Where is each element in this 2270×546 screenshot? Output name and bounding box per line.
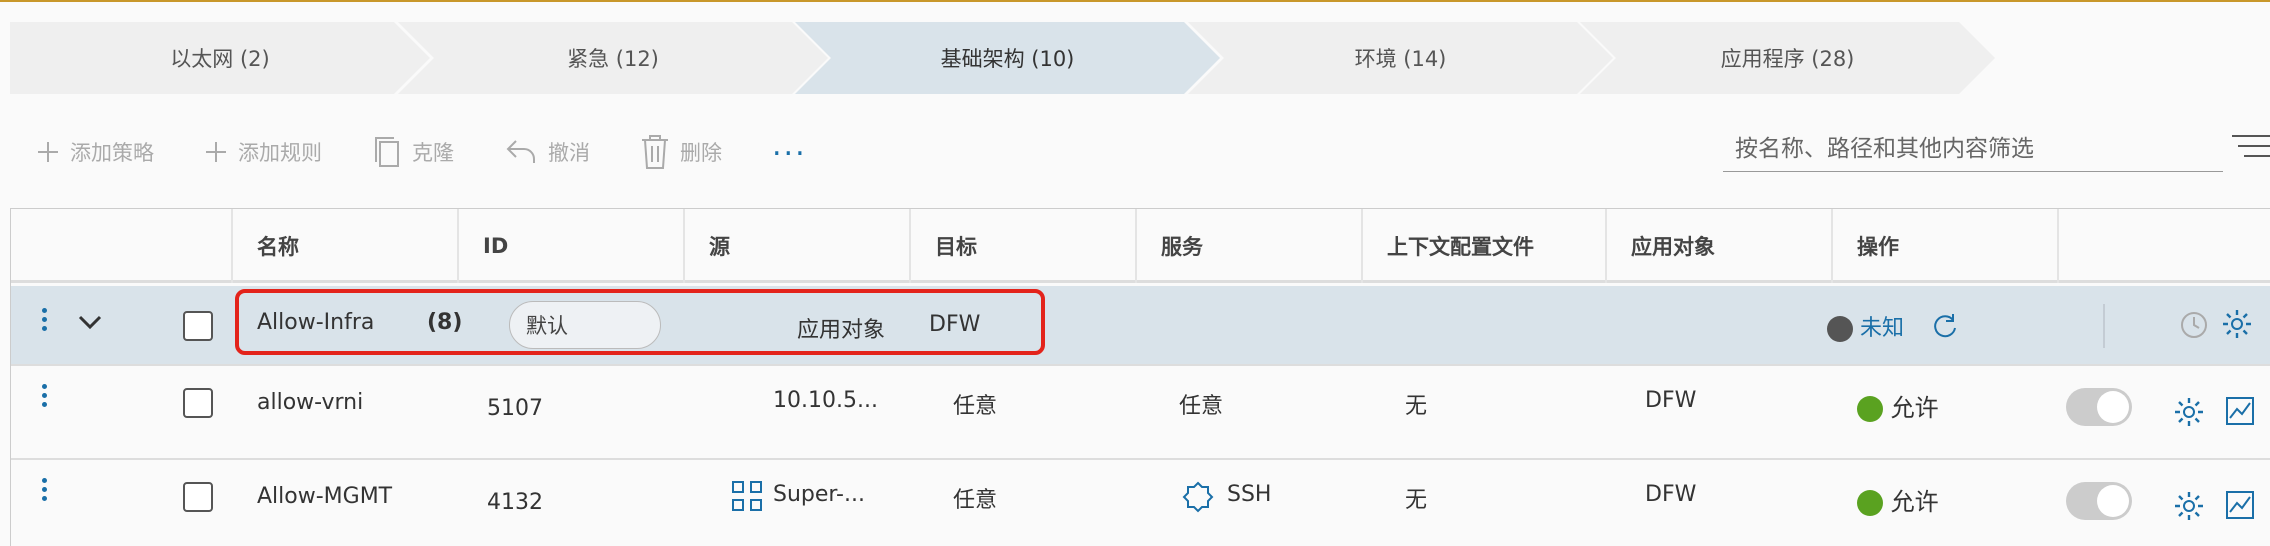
rule-name: Allow-MGMT (257, 484, 393, 509)
kebab-menu-icon[interactable] (41, 306, 47, 333)
table-row[interactable]: Allow-MGMT 4132 Super-... 任意 SSH 无 DFW 允… (11, 460, 2270, 546)
status: 未知 (1827, 310, 1904, 342)
add-rule-label: 添加规则 (238, 141, 322, 165)
row-checkbox[interactable] (183, 388, 213, 418)
add-policy-button[interactable]: 添加策略 (36, 137, 154, 167)
copy-icon (375, 137, 399, 167)
tab-label: 基础架构 (10) (940, 47, 1075, 71)
kebab-menu-icon[interactable] (41, 476, 47, 503)
gear-icon[interactable] (2173, 396, 2205, 428)
tab-emergency[interactable]: 紧急 (12) (398, 22, 828, 94)
group-icon (732, 481, 762, 511)
clone-button[interactable]: 克隆 (372, 134, 454, 170)
default-category-badge[interactable]: 默认 (509, 301, 661, 349)
rule-source[interactable]: 10.10.5... (773, 388, 878, 413)
allow-status-dot (1857, 490, 1883, 516)
service-icon (1182, 481, 1214, 513)
column-context-profile[interactable]: 上下文配置文件 (1361, 209, 1605, 283)
column-name[interactable]: 名称 (231, 209, 457, 283)
rule-context-profile[interactable]: 无 (1405, 388, 1427, 420)
rule-service[interactable]: SSH (1227, 482, 1271, 507)
delete-label: 删除 (680, 141, 722, 165)
column-action[interactable]: 操作 (1831, 209, 2057, 283)
rule-destination[interactable]: 任意 (953, 482, 997, 514)
rule-context-profile[interactable]: 无 (1405, 482, 1427, 514)
gear-icon[interactable] (2173, 490, 2205, 522)
filter-input[interactable] (1723, 126, 2223, 172)
rule-service[interactable]: 任意 (1179, 388, 1223, 420)
stats-icon[interactable] (2225, 490, 2255, 520)
action-text: 允许 (1890, 394, 1939, 422)
more-actions-button[interactable]: ... (772, 128, 807, 163)
divider (2103, 304, 2105, 348)
column-source[interactable]: 源 (683, 209, 909, 283)
rule-name: allow-vrni (257, 390, 364, 415)
clock-icon[interactable] (2179, 310, 2209, 340)
filter-icon[interactable] (2232, 134, 2270, 158)
plus-icon (206, 142, 226, 162)
rule-applied-to[interactable]: DFW (1645, 388, 1696, 413)
clone-label: 克隆 (412, 141, 454, 165)
tab-application[interactable]: 应用程序 (28) (1580, 22, 1995, 94)
tab-environment[interactable]: 环境 (14) (1188, 22, 1613, 94)
column-id[interactable]: ID (457, 209, 683, 283)
tab-label: 以太网 (2) (170, 47, 270, 71)
status-text: 未知 (1860, 316, 1905, 341)
allow-status-dot (1857, 396, 1883, 422)
rules-grid: 名称 ID 源 目标 服务 上下文配置文件 应用对象 操作 Allow-Infr… (10, 208, 2270, 546)
table-row[interactable]: allow-vrni 5107 10.10.5... 任意 任意 无 DFW 允… (11, 366, 2270, 460)
add-rule-button[interactable]: 添加规则 (204, 137, 322, 167)
tab-infrastructure[interactable]: 基础架构 (10) (795, 22, 1220, 94)
column-extra (2057, 209, 2257, 283)
tab-label: 环境 (14) (1354, 47, 1447, 71)
undo-button[interactable]: 撤消 (504, 137, 590, 167)
delete-button[interactable]: 删除 (640, 134, 722, 170)
grid-header: 名称 ID 源 目标 服务 上下文配置文件 应用对象 操作 (11, 209, 2270, 283)
toolbar: 添加策略 添加规则 克隆 撤消 删除 ... (36, 128, 807, 174)
chevron-down-icon[interactable] (77, 314, 103, 332)
category-tabs: 以太网 (2) 紧急 (12) 基础架构 (10) 环境 (14) 应用程序 (… (10, 22, 2010, 94)
tab-label: 应用程序 (28) (1720, 47, 1855, 71)
rule-source[interactable]: Super-... (773, 482, 865, 507)
rule-action[interactable]: 允许 (1857, 482, 1939, 517)
top-accent-bar (0, 0, 2270, 2)
rule-enable-toggle[interactable] (2066, 388, 2132, 426)
status-dot (1827, 316, 1853, 342)
column-service[interactable]: 服务 (1135, 209, 1361, 283)
add-policy-label: 添加策略 (70, 141, 154, 165)
trash-icon (642, 135, 668, 169)
refresh-icon[interactable] (1931, 312, 1959, 340)
kebab-menu-icon[interactable] (41, 382, 47, 409)
tab-ethernet[interactable]: 以太网 (2) (10, 22, 430, 94)
action-text: 允许 (1890, 488, 1939, 516)
rule-id: 4132 (487, 490, 543, 515)
plus-icon (38, 142, 58, 162)
stats-icon[interactable] (2225, 396, 2255, 426)
rule-enable-toggle[interactable] (2066, 482, 2132, 520)
column-applied-to[interactable]: 应用对象 (1605, 209, 1831, 283)
rule-destination[interactable]: 任意 (953, 388, 997, 420)
tab-label: 紧急 (12) (567, 47, 659, 71)
rule-applied-to[interactable]: DFW (1645, 482, 1696, 507)
undo-label: 撤消 (548, 141, 590, 165)
gear-icon[interactable] (2221, 308, 2253, 340)
column-destination[interactable]: 目标 (909, 209, 1135, 283)
row-checkbox[interactable] (183, 311, 213, 341)
default-badge-label: 默认 (526, 314, 568, 338)
undo-icon (506, 140, 535, 163)
rule-id: 5107 (487, 396, 543, 421)
rule-action[interactable]: 允许 (1857, 388, 1939, 423)
row-checkbox[interactable] (183, 482, 213, 512)
